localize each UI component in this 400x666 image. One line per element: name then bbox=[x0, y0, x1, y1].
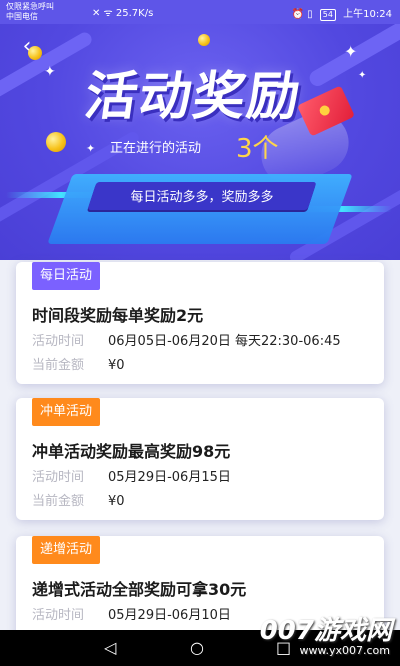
activity-header: ‹ ✦ ✦ ✦ ✦ 活动奖励 正在进行的活动 3个 每日活动多多，奖励多多 bbox=[0, 24, 400, 260]
nav-home-icon[interactable]: ○ bbox=[190, 638, 204, 658]
amount-row: 当前金额 ¥0 bbox=[32, 354, 125, 373]
time-label: 活动时间 bbox=[32, 608, 85, 623]
signal-icon: ✕ ᯤ bbox=[92, 8, 113, 19]
time-value: 05月29日-06月10日 bbox=[108, 608, 231, 623]
ongoing-label: 正在进行的活动 bbox=[110, 141, 202, 156]
slogan-text: 每日活动多多，奖励多多 bbox=[130, 190, 274, 205]
card-tag: 每日活动 bbox=[32, 262, 101, 290]
coin-icon bbox=[46, 132, 66, 152]
watermark-url: www.yx007.com bbox=[299, 644, 390, 657]
clock: 上午10:24 bbox=[343, 9, 392, 20]
activity-card-rush[interactable]: 冲单活动 冲单活动奖励最高奖励98元 活动时间 05月29日-06月15日 当前金… bbox=[16, 398, 384, 520]
network-speed-area: ✕ ᯤ 25.7K/s bbox=[92, 5, 153, 19]
screen: 仅限紧急呼叫 中国电信 ✕ ᯤ 25.7K/s ⏰ ▯ 54 上午10:24 ‹… bbox=[0, 0, 400, 666]
sparkle-icon: ✦ bbox=[358, 70, 367, 81]
time-row: 活动时间 05月29日-06月10日 bbox=[32, 604, 231, 623]
card-tag: 递增活动 bbox=[32, 536, 101, 564]
amount-row: 当前金额 ¥0 bbox=[32, 490, 125, 509]
coin-icon bbox=[198, 34, 210, 46]
nav-back-icon[interactable]: ◁ bbox=[104, 638, 116, 658]
time-value: 05月29日-06月15日 bbox=[108, 470, 231, 485]
sparkle-icon: ✦ bbox=[344, 42, 358, 61]
time-row: 活动时间 05月29日-06月15日 bbox=[32, 466, 231, 485]
battery-indicator: 54 bbox=[319, 9, 336, 21]
status-right: ⏰ ▯ 54 上午10:24 bbox=[291, 5, 392, 21]
sparkle-icon: ✦ bbox=[44, 64, 56, 80]
activity-card-daily[interactable]: 每日活动 时间段奖励每单奖励2元 活动时间 06月05日-06月20日 每天22:… bbox=[16, 262, 384, 384]
coin-icon bbox=[28, 46, 42, 60]
alarm-icon: ⏰ bbox=[291, 9, 304, 20]
card-title: 时间段奖励每单奖励2元 bbox=[32, 306, 204, 325]
amount-value: ¥0 bbox=[108, 494, 125, 509]
vibrate-icon: ▯ bbox=[307, 9, 313, 20]
ongoing-count: 3个 bbox=[236, 134, 279, 164]
sparkle-icon: ✦ bbox=[86, 142, 96, 155]
time-label: 活动时间 bbox=[32, 334, 85, 349]
amount-label: 当前金额 bbox=[32, 494, 85, 509]
amount-label: 当前金额 bbox=[32, 358, 85, 373]
amount-value: ¥0 bbox=[108, 358, 125, 373]
card-title: 冲单活动奖励最高奖励98元 bbox=[32, 442, 231, 461]
card-title: 递增式活动全部奖励可拿30元 bbox=[32, 580, 247, 599]
page-title: 活动奖励 bbox=[81, 67, 306, 127]
time-label: 活动时间 bbox=[32, 470, 85, 485]
carrier-line2: 中国电信 bbox=[6, 12, 38, 21]
time-row: 活动时间 06月05日-06月20日 每天22:30-06:45 bbox=[32, 330, 341, 349]
time-value: 06月05日-06月20日 每天22:30-06:45 bbox=[108, 334, 341, 349]
status-bar: 仅限紧急呼叫 中国电信 ✕ ᯤ 25.7K/s ⏰ ▯ 54 上午10:24 bbox=[0, 0, 400, 24]
title-banner: 活动奖励 bbox=[49, 54, 340, 132]
carrier-info: 仅限紧急呼叫 中国电信 bbox=[6, 2, 54, 22]
carrier-line1: 仅限紧急呼叫 bbox=[6, 2, 54, 11]
watermark-logo: 007游戏网 bbox=[259, 616, 392, 646]
card-tag: 冲单活动 bbox=[32, 398, 101, 426]
network-speed: 25.7K/s bbox=[115, 8, 154, 19]
